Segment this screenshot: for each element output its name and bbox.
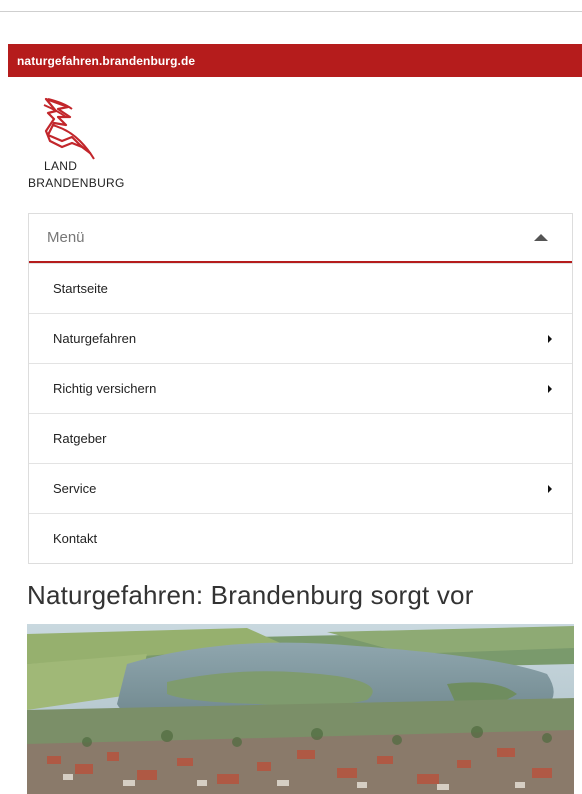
caret-right-icon [548,334,552,343]
logo-text-land: LAND [44,159,78,173]
menu-item-label: Startseite [53,281,108,296]
page-headline: Naturgefahren: Brandenburg sorgt vor [27,580,474,610]
menu-item-label: Service [53,481,97,496]
caret-up-icon [534,234,548,241]
menu-item-service[interactable]: Service [29,463,572,513]
menu-item-label: Kontakt [53,531,98,546]
menu-item-startseite[interactable]: Startseite [29,263,572,313]
menu-item-naturgefahren[interactable]: Naturgefahren [29,313,572,363]
caret-right-icon [548,384,552,393]
caret-right-icon [548,484,552,493]
menu-item-label: Richtig versichern [53,381,157,396]
hero-image-flood-aerial [27,624,574,794]
site-domain-link[interactable]: naturgefahren.brandenburg.de [17,54,195,68]
site-bar: naturgefahren.brandenburg.de [8,44,582,77]
red-eagle-icon [43,97,95,160]
menu-item-ratgeber[interactable]: Ratgeber [29,413,572,463]
flood-aerial-photo [27,624,574,794]
menu-item-label: Naturgefahren [53,331,137,346]
logo-text-brandenburg: BRANDENBURG [28,176,125,190]
menu-toggle[interactable]: Menü [29,214,572,263]
menu-item-kontakt[interactable]: Kontakt [29,513,572,563]
top-divider [0,11,582,12]
main-menu: Menü Startseite Naturgefahren Richtig ve… [28,213,573,564]
menu-item-richtig-versichern[interactable]: Richtig versichern [29,363,572,413]
menu-title: Menü [47,229,85,246]
menu-item-label: Ratgeber [53,431,107,446]
land-brandenburg-logo[interactable]: LAND BRANDENBURG [28,95,158,200]
